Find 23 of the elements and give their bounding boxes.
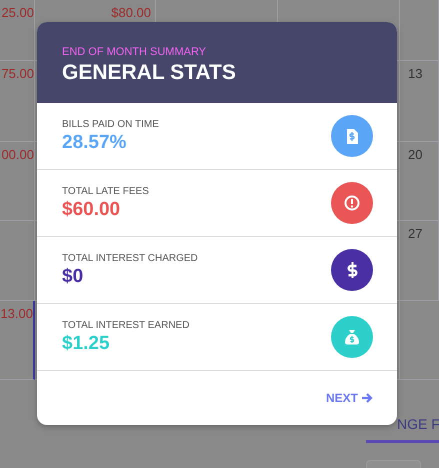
stat-value: $0: [62, 266, 84, 288]
modal-title: GENERAL STATS: [62, 61, 237, 85]
day-number: 13: [407, 65, 424, 81]
day-number: 20: [407, 146, 424, 162]
amount-text: $80.00: [110, 4, 152, 20]
amount-text: 13.00: [0, 305, 33, 321]
exclamation-icon: [344, 195, 360, 211]
stat-value: $60.00: [62, 198, 122, 220]
day-number: 27: [407, 225, 424, 241]
money-bag-icon: [344, 329, 360, 345]
document-icon: [346, 128, 358, 144]
arrow-right-icon: [361, 392, 373, 404]
stat-label: TOTAL INTEREST EARNED: [62, 320, 190, 330]
stat-label: BILLS PAID ON TIME: [62, 118, 159, 130]
modal-subtitle: END OF MONTH SUMMARY: [62, 46, 208, 58]
stat-label: TOTAL LATE FEES: [62, 186, 149, 196]
dollar-icon: [346, 261, 358, 279]
amount-text: 75.00: [0, 65, 34, 81]
amount-text: 25.00: [0, 4, 34, 20]
stat-value: $1.25: [62, 332, 111, 354]
stat-value: 28.57%: [62, 132, 128, 154]
stat-label: TOTAL INTEREST CHARGED: [62, 252, 198, 264]
amount-text: 00.00: [0, 146, 34, 162]
